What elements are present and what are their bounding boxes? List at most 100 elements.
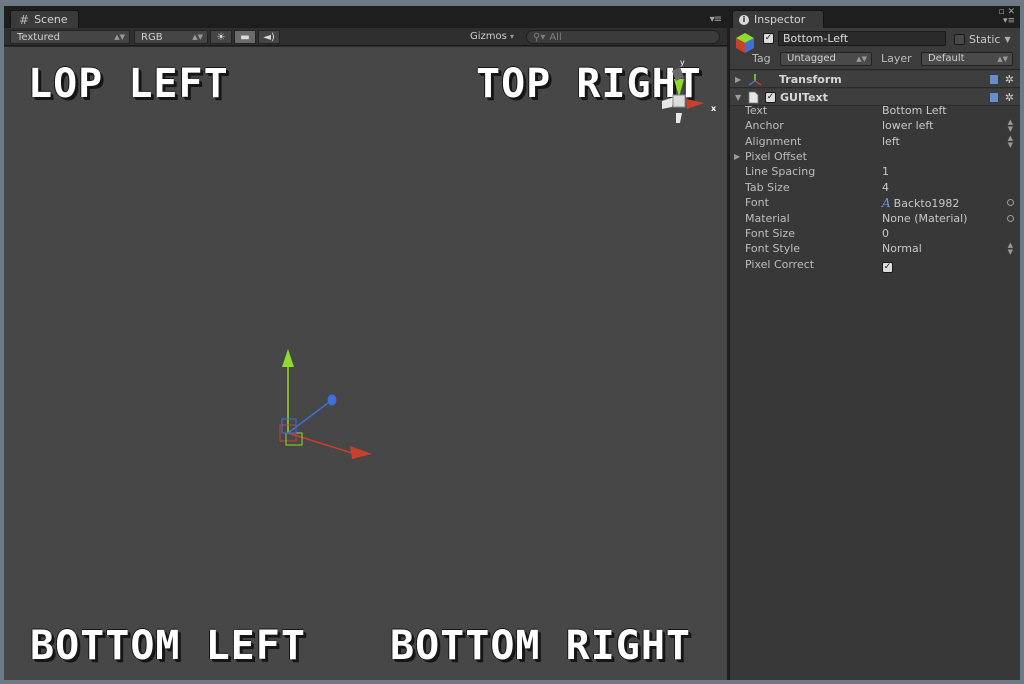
x-axis-arrowhead[interactable]	[350, 446, 372, 459]
scene-grid-icon: #	[19, 12, 30, 27]
scene-viewport[interactable]: LOP LEFT TOP RIGHT BOTTOM LEFT BOTTOM RI…	[4, 47, 727, 680]
prop-font-label: Font	[745, 196, 769, 209]
prop-font-style-value[interactable]: Normal	[882, 242, 922, 255]
prop-font-size-label: Font Size	[745, 227, 796, 240]
active-checkbox[interactable]: ✓	[763, 33, 774, 44]
tab-scene[interactable]: # Scene	[10, 10, 79, 28]
prop-pixel-offset-row[interactable]: ▶ Pixel Offset	[730, 150, 1020, 165]
scene-search-input[interactable]: ⚲▾ All	[526, 30, 720, 44]
updown-arrows-icon[interactable]: ▲ ▼	[1008, 135, 1013, 149]
gui-text-bottom-left[interactable]: BOTTOM LEFT	[30, 623, 306, 669]
object-picker-icon[interactable]	[1007, 199, 1014, 206]
prop-line-spacing-value[interactable]: 1	[882, 165, 889, 178]
x-axis-cone[interactable]	[686, 99, 704, 109]
render-mode-value: Textured	[17, 31, 60, 43]
gear-icon[interactable]: ✲	[1005, 92, 1014, 103]
prop-font-row[interactable]: Font A Backto1982	[730, 196, 1020, 211]
updown-arrows-icon: ▲▼	[192, 33, 203, 41]
gear-icon[interactable]: ✲	[1005, 74, 1014, 85]
info-icon: i	[739, 14, 749, 25]
inspector-panel: i Inspector ▫ ✕ ▾≡ ✓ Bottom-Left ✓ Stati…	[729, 6, 1020, 680]
color-mode-dropdown[interactable]: RGB ▲▼	[134, 30, 208, 44]
lighting-toggle-button[interactable]: ☀	[210, 30, 232, 44]
prop-alignment-row[interactable]: Alignment left ▲ ▼	[730, 135, 1020, 150]
tag-value: Untagged	[787, 53, 836, 64]
prop-material-value[interactable]: None (Material)	[882, 212, 967, 225]
static-toggle[interactable]: ✓ Static ▼	[954, 33, 1011, 46]
render-mode-dropdown[interactable]: Textured ▲▼	[10, 30, 130, 44]
tag-label: Tag	[752, 52, 771, 65]
gizmo-center-cube[interactable]	[672, 94, 686, 108]
layer-label: Layer	[881, 52, 912, 65]
pixel-correct-checkbox[interactable]: ✓	[882, 262, 893, 273]
scene-orientation-gizmo[interactable]: y x	[650, 57, 718, 129]
guitext-title: GUIText	[780, 90, 828, 104]
prop-anchor-label: Anchor	[745, 119, 784, 132]
object-name-input[interactable]: Bottom-Left	[778, 31, 946, 46]
tag-dropdown[interactable]: Untagged ▲▼	[780, 52, 872, 66]
prop-pixel-correct-label: Pixel Correct	[745, 258, 815, 271]
prop-font-size-row[interactable]: Font Size 0	[730, 227, 1020, 242]
search-icon: ⚲▾	[533, 31, 546, 43]
panel-menu-icon[interactable]: ▾≡	[710, 14, 722, 25]
guitext-enabled-checkbox[interactable]: ✓	[765, 92, 776, 103]
layer-dropdown[interactable]: Default ▲▼	[921, 52, 1013, 66]
foldout-expanded-icon[interactable]: ▼	[735, 93, 741, 102]
gameobject-cube-icon	[736, 33, 754, 53]
neg-y-cone[interactable]	[676, 113, 682, 123]
foldout-collapsed-icon[interactable]: ▶	[735, 75, 741, 84]
static-checkbox[interactable]: ✓	[954, 34, 965, 45]
y-axis-arrowhead[interactable]	[282, 349, 294, 367]
prop-anchor-value[interactable]: lower left	[882, 119, 933, 132]
scene-toolbar: Textured ▲▼ RGB ▲▼ ☀ ▬ ◄) Gizmos ▾ ⚲▾ Al…	[4, 28, 727, 46]
prop-font-size-value[interactable]: 0	[882, 227, 889, 240]
yz-plane-handle[interactable]	[281, 418, 297, 434]
updown-arrows-icon[interactable]: ▲ ▼	[1008, 119, 1013, 133]
inspector-tabbar: i Inspector ▫ ✕ ▾≡	[730, 6, 1020, 28]
prop-font-field[interactable]: A Backto1982	[882, 196, 959, 210]
color-mode-value: RGB	[141, 31, 163, 43]
z-axis-line	[287, 402, 329, 434]
prop-tab-size-value[interactable]: 4	[882, 181, 889, 194]
gizmos-dropdown[interactable]: Gizmos ▾	[470, 31, 514, 42]
prop-text-value[interactable]: Bottom Left	[882, 104, 947, 117]
chevron-down-icon[interactable]: ▼	[1004, 35, 1010, 44]
updown-arrows-icon[interactable]: ▲ ▼	[1008, 242, 1013, 256]
audio-toggle-button[interactable]: ◄)	[258, 30, 280, 44]
window-controls[interactable]: ▫ ✕ ▾≡	[998, 8, 1015, 26]
prop-anchor-row[interactable]: Anchor lower left ▲ ▼	[730, 119, 1020, 134]
component-buttons: ✲	[988, 91, 1014, 103]
prop-pixel-correct-field: ✓	[882, 259, 893, 273]
move-tool-gizmo[interactable]	[266, 343, 378, 463]
chevron-down-icon: ▾	[510, 32, 515, 41]
scene-panel: # Scene ▾≡ Textured ▲▼ RGB ▲▼ ☀ ▬ ◄) Giz…	[4, 6, 727, 680]
help-book-icon[interactable]	[988, 91, 999, 103]
prop-tab-size-label: Tab Size	[745, 181, 790, 194]
prop-tab-size-row[interactable]: Tab Size 4	[730, 181, 1020, 196]
transform-component-header[interactable]: ▶ Transform ✲	[730, 71, 1020, 88]
prop-text-row[interactable]: Text Bottom Left	[730, 104, 1020, 119]
search-placeholder: All	[549, 31, 562, 43]
help-book-icon[interactable]	[988, 73, 999, 85]
z-axis-cone[interactable]	[672, 67, 684, 81]
prop-line-spacing-row[interactable]: Line Spacing 1	[730, 165, 1020, 180]
font-asset-icon: A	[882, 196, 891, 210]
gui-text-bottom-right[interactable]: BOTTOM RIGHT	[390, 623, 691, 669]
prop-font-style-label: Font Style	[745, 242, 801, 255]
gui-text-top-left[interactable]: LOP LEFT	[28, 61, 229, 107]
gizmo-y-label: y	[680, 58, 685, 67]
prop-alignment-value[interactable]: left	[882, 135, 900, 148]
scene-fx-toggle-button[interactable]: ▬	[234, 30, 256, 44]
prop-font-style-row[interactable]: Font Style Normal ▲ ▼	[730, 242, 1020, 257]
foldout-collapsed-icon[interactable]: ▶	[734, 152, 740, 161]
object-picker-icon[interactable]	[1007, 215, 1014, 222]
neg-x-cone[interactable]	[662, 97, 674, 109]
prop-material-row[interactable]: Material None (Material)	[730, 212, 1020, 227]
y-axis-cone[interactable]	[674, 79, 684, 97]
transform-title: Transform	[779, 72, 842, 86]
z-axis-handle[interactable]	[327, 394, 337, 406]
transform-axes-icon	[748, 74, 762, 86]
prop-pixel-correct-row[interactable]: Pixel Correct ✓	[730, 258, 1020, 273]
panel-menu-icon[interactable]: ▾≡	[998, 17, 1015, 26]
tab-inspector[interactable]: i Inspector	[732, 10, 825, 28]
